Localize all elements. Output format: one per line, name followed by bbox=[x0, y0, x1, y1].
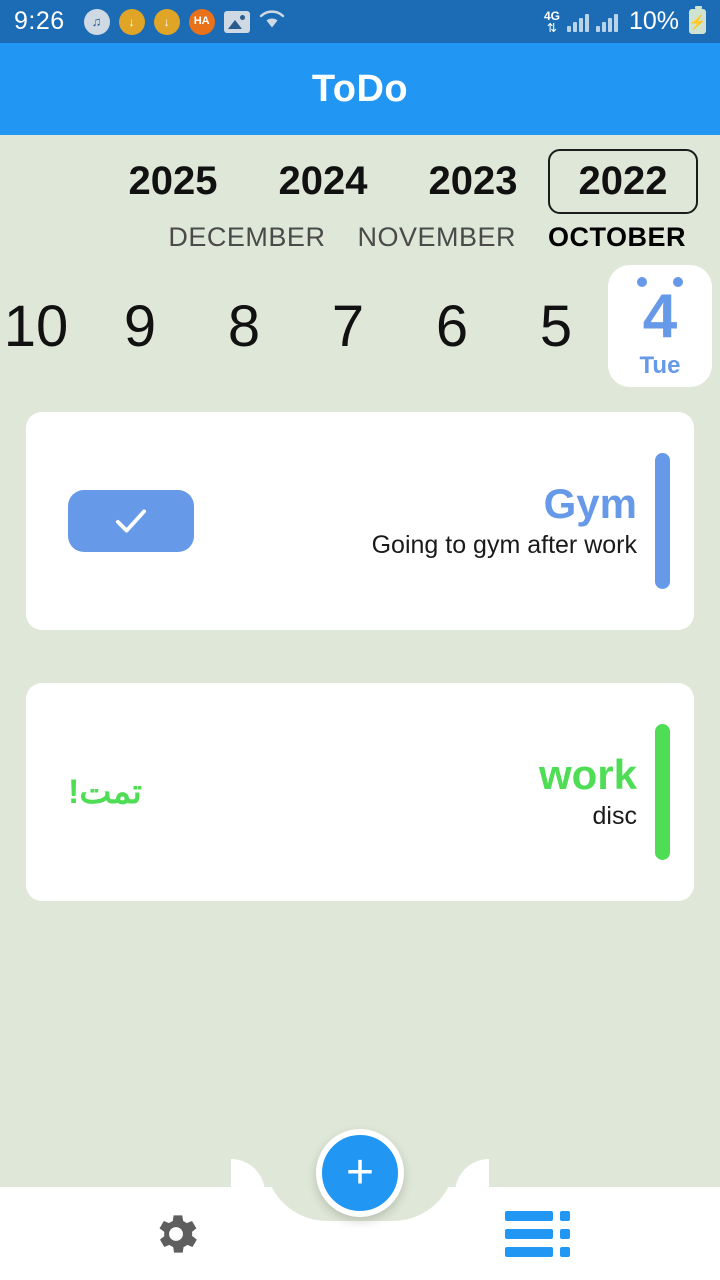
day-marker-dots-icon bbox=[608, 277, 712, 287]
settings-button[interactable] bbox=[150, 1208, 202, 1260]
task-title: Gym bbox=[543, 480, 637, 528]
list-icon bbox=[505, 1210, 553, 1257]
list-icon-dots bbox=[560, 1210, 570, 1257]
day-number: 4 bbox=[642, 282, 678, 351]
task-left-control bbox=[68, 490, 194, 552]
month-option-november[interactable]: NOVEMBER bbox=[341, 222, 532, 253]
battery-charging-icon: ⚡ bbox=[689, 6, 706, 34]
month-selector[interactable]: DECEMBER NOVEMBER OCTOBER bbox=[0, 214, 720, 253]
download-icon: ↓ bbox=[118, 8, 145, 35]
page-title: ToDo bbox=[311, 67, 409, 110]
task-card-gym[interactable]: Gym Going to gym after work bbox=[26, 412, 694, 630]
task-card-work[interactable]: تمت! work disc bbox=[26, 683, 694, 901]
day-weekday-label: Tue bbox=[639, 352, 681, 379]
task-subtitle: disc bbox=[592, 801, 637, 830]
status-bar-clock: 9:26 bbox=[14, 7, 65, 35]
plus-icon: + bbox=[345, 1146, 375, 1199]
year-option-2023[interactable]: 2023 bbox=[398, 149, 548, 214]
signal-strength-icon-2 bbox=[595, 12, 618, 32]
day-option-8[interactable]: 8 bbox=[192, 268, 296, 384]
month-option-december[interactable]: DECEMBER bbox=[152, 222, 341, 253]
year-option-2022-selected[interactable]: 2022 bbox=[548, 149, 698, 214]
day-selector[interactable]: 10 9 8 7 6 5 4 Tue bbox=[0, 253, 720, 387]
task-accent-bar bbox=[655, 453, 670, 589]
day-option-9[interactable]: 9 bbox=[88, 268, 192, 384]
year-option-2024[interactable]: 2024 bbox=[248, 149, 398, 214]
task-left-control: تمت! bbox=[68, 772, 142, 812]
day-option-6[interactable]: 6 bbox=[400, 268, 504, 384]
add-task-fab[interactable]: + bbox=[316, 1129, 404, 1217]
task-text-column: work disc bbox=[539, 753, 637, 830]
list-view-button[interactable] bbox=[505, 1210, 570, 1257]
day-option-7[interactable]: 7 bbox=[296, 268, 400, 384]
task-subtitle: Going to gym after work bbox=[371, 530, 637, 559]
download-icon: ↓ bbox=[153, 8, 180, 35]
battery-percent-label: 10% bbox=[628, 7, 679, 35]
task-checkbox-gym[interactable] bbox=[68, 490, 194, 552]
day-option-5[interactable]: 5 bbox=[504, 268, 608, 384]
task-list: Gym Going to gym after work تمت! work di… bbox=[0, 387, 720, 901]
month-option-october-selected[interactable]: OCTOBER bbox=[532, 222, 702, 253]
day-option-4-selected[interactable]: 4 Tue bbox=[608, 265, 712, 387]
signal-strength-icon-1 bbox=[566, 12, 589, 32]
task-text-column: Gym Going to gym after work bbox=[372, 482, 637, 559]
status-bar-left: 9:26 ♫ ↓ ↓ HA bbox=[14, 7, 544, 36]
network-type-icon: 4G ⇅ bbox=[543, 8, 560, 35]
year-selector[interactable]: 2025 2024 2023 2022 bbox=[0, 135, 720, 214]
task-accent-bar bbox=[655, 724, 670, 860]
image-icon bbox=[223, 10, 250, 33]
day-option-10[interactable]: 10 bbox=[0, 268, 88, 384]
gear-icon bbox=[159, 1214, 197, 1253]
status-bar: 9:26 ♫ ↓ ↓ HA 4G ⇅ 10% ⚡ bbox=[0, 0, 720, 43]
app-bar: ToDo bbox=[0, 43, 720, 135]
check-icon bbox=[115, 509, 147, 533]
music-icon: ♫ bbox=[83, 8, 110, 35]
year-option-2025[interactable]: 2025 bbox=[98, 149, 248, 214]
task-done-label: تمت! bbox=[68, 773, 142, 811]
status-bar-right: 4G ⇅ 10% ⚡ bbox=[543, 6, 706, 36]
task-title: work bbox=[538, 751, 637, 799]
ha-badge-icon: HA bbox=[188, 8, 215, 35]
wifi-icon bbox=[259, 8, 285, 35]
